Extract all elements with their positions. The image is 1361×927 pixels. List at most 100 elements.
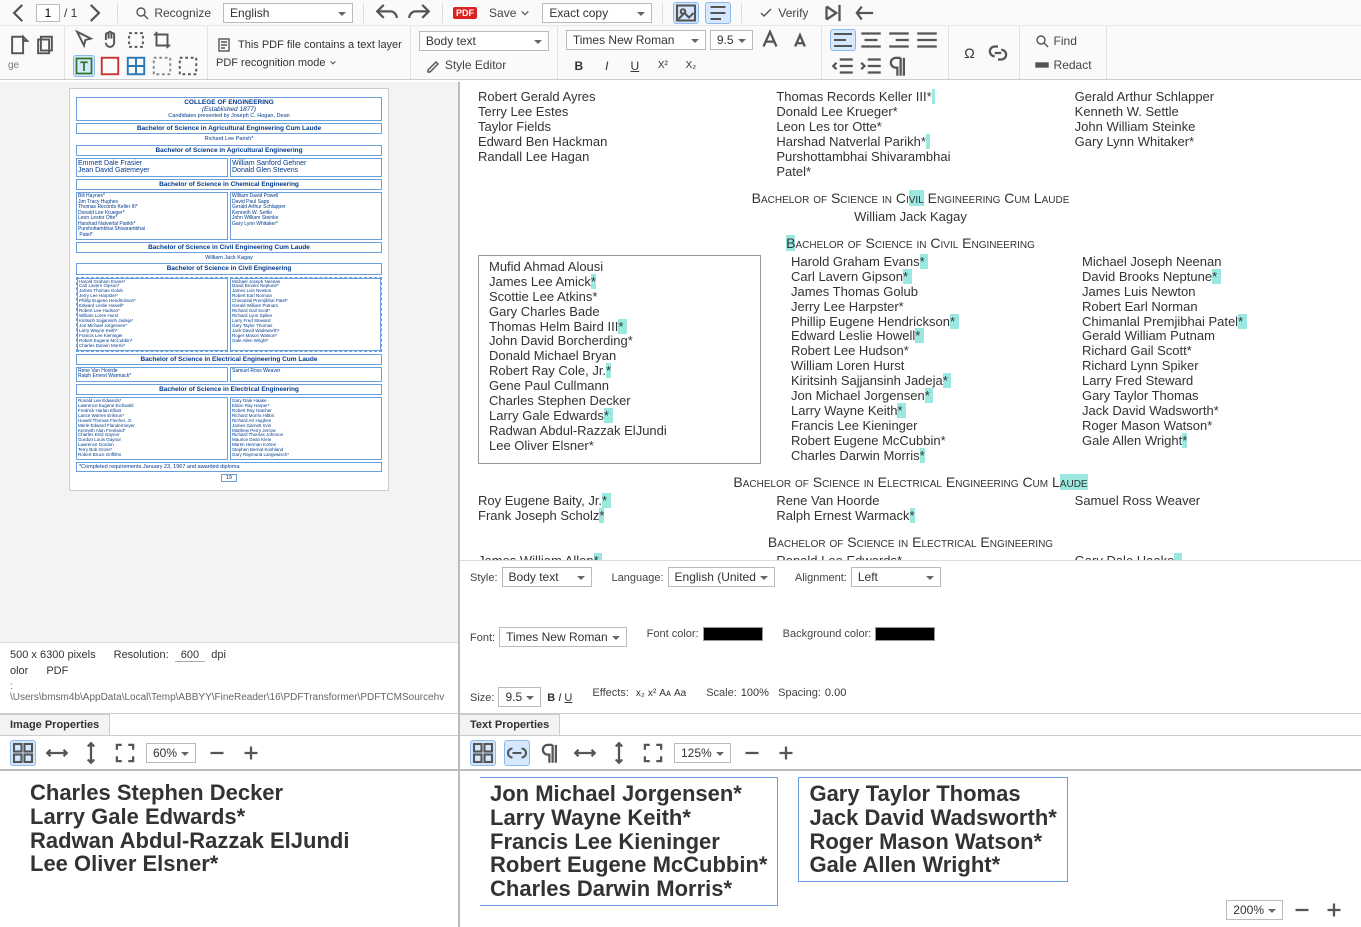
bottom-zoom-out-icon[interactable] [1289,899,1315,921]
shrink-font-icon[interactable] [787,29,813,51]
align-center-icon[interactable] [858,29,884,51]
picture-area-icon[interactable] [99,55,121,77]
align-right-icon[interactable] [886,29,912,51]
right-view-bar: 125% [460,735,1361,769]
copy-page-icon[interactable] [34,34,56,56]
bottom-zoom-in-icon[interactable] [1321,899,1347,921]
tp-bgcolor-swatch[interactable] [875,627,935,641]
fit-width-icon[interactable] [44,740,70,766]
view-text-toggle[interactable] [705,2,731,24]
style-editor-button[interactable]: Style Editor [419,55,549,75]
tp-italic-icon[interactable]: I [558,692,561,704]
section-ee-cumlaude: Bachelor of Science in Electrical Engine… [478,474,1343,490]
crop-icon[interactable] [151,29,173,51]
save-button[interactable]: Save [483,4,536,22]
pilcrow-toggle-icon[interactable] [538,740,564,766]
tp-align-label: Alignment: [795,572,847,584]
indent-left-icon[interactable] [830,55,856,77]
fit-height-icon[interactable] [78,740,104,766]
pages-view-icon[interactable] [470,740,496,766]
tab-text-properties[interactable]: Text Properties [460,714,560,735]
tp-size-select[interactable]: 9.5 [498,687,541,707]
tp-underline-icon[interactable]: U [564,692,572,704]
bottom-zoom-select[interactable]: 200% [1226,900,1283,920]
tp-spacing-value[interactable]: 0.00 [825,687,846,699]
view-image-toggle[interactable] [673,2,699,24]
tp-style-select[interactable]: Body text [502,567,592,587]
table-area-icon[interactable] [125,55,147,77]
linked-view-icon[interactable] [504,740,530,766]
symbol-icon[interactable]: Ω [957,42,983,64]
zoom-in-icon-r[interactable] [773,740,799,766]
background-area-icon[interactable] [177,55,199,77]
barcode-area-icon[interactable] [151,55,173,77]
redo-icon[interactable] [406,2,432,24]
civil-col2: Harold Graham Evans* Carl Lavern Gipson*… [791,255,1052,464]
redact-button[interactable]: Redact [1028,55,1098,75]
zoom-in-icon[interactable] [238,740,264,766]
zoom-out-icon-r[interactable] [739,740,765,766]
original-image-left[interactable]: Charles Stephen Decker Larry Gale Edward… [0,769,458,927]
paragraph-style-select[interactable]: Body text [419,31,549,51]
bold-icon[interactable]: B [566,55,592,77]
tp-align-select[interactable]: Left [851,567,941,587]
page-navigator: / 1 [6,2,107,24]
text-editor-pane[interactable]: Robert Gerald AyresTerry Lee EstesTaylor… [460,82,1361,560]
left-zoom-select[interactable]: 60% [146,743,196,763]
indent-right-icon[interactable] [858,55,884,77]
font-family-select[interactable]: Times New Roman [566,30,706,50]
fit-width-icon-r[interactable] [572,740,598,766]
tp-sup-icon[interactable]: x² [648,688,656,699]
pilcrow-icon[interactable] [886,55,912,77]
tp-caps-icon[interactable]: Aa [674,688,686,699]
link-icon[interactable] [985,42,1011,64]
tp-font-select[interactable]: Times New Roman [499,627,627,647]
zoom-out-icon[interactable] [204,740,230,766]
new-page-icon[interactable] [8,34,30,56]
align-justify-icon[interactable] [914,29,940,51]
tp-spacing-label: Spacing: [778,687,821,699]
hand-icon[interactable] [99,29,121,51]
recognize-button[interactable]: Recognize [128,3,217,23]
underline-icon[interactable]: U [622,55,648,77]
thumb-h1-name: Richard Lee Parish* [76,136,382,142]
tp-bold-icon[interactable]: B [547,692,555,704]
font-size-select[interactable]: 9.5 [710,30,753,50]
italic-icon[interactable]: I [594,55,620,77]
undo-icon[interactable] [374,2,400,24]
resolution-value[interactable]: 600 [175,649,205,662]
pointer-icon[interactable] [73,29,95,51]
verify-button[interactable]: Verify [752,3,814,23]
fit-page-icon[interactable] [112,740,138,766]
next-page-icon[interactable] [81,2,107,24]
right-zoom-select[interactable]: 125% [674,743,731,763]
send-icon[interactable] [820,2,846,24]
main-split: COLLEGE OF ENGINEERING (Established 1877… [0,82,1361,927]
tp-fontcolor-swatch[interactable] [703,627,763,641]
recognized-zones-pane[interactable]: COLLEGE OF ENGINEERING (Established 1877… [0,82,458,642]
subscript-icon[interactable]: X₂ [678,55,704,77]
grow-font-icon[interactable] [757,29,783,51]
fit-height-icon-r[interactable] [606,740,632,766]
find-button[interactable]: Find [1028,31,1098,51]
prev-page-icon[interactable] [6,2,32,24]
civil-col1: Mufid Ahmad Alousi James Lee Amick* Scot… [478,255,761,464]
thumb-row-civil: Harold Graham Evans*Carl Lavern Gipson*J… [76,277,382,352]
tp-sub-icon[interactable]: x₂ [636,688,645,699]
ee-cols: James William Allen* Ronald Lee Edwards*… [478,554,1343,560]
tp-lang-select[interactable]: English (United [668,567,775,587]
grid-view-icon[interactable] [10,740,36,766]
fit-page-icon-r[interactable] [640,740,666,766]
marquee-icon[interactable] [125,29,147,51]
page-number-input[interactable] [36,4,60,22]
tab-image-properties[interactable]: Image Properties [0,714,110,735]
text-area-icon[interactable] [73,55,95,77]
align-left-icon[interactable] [830,29,856,51]
language-select[interactable]: English [223,3,353,23]
tp-scale-value[interactable]: 100% [741,687,769,699]
options-icon[interactable] [852,2,878,24]
tp-smallcaps-icon[interactable]: Aᴀ [659,688,671,699]
save-mode-select[interactable]: Exact copy [542,3,652,23]
superscript-icon[interactable]: X² [650,55,676,77]
chevron-down-icon[interactable] [329,59,337,67]
